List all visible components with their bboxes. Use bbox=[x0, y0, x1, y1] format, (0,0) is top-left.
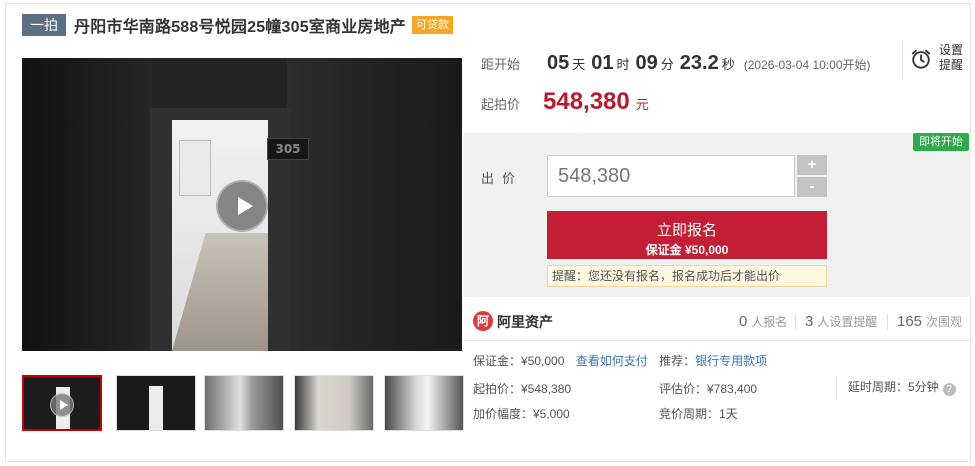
reminder-count: 3 bbox=[805, 313, 814, 330]
video-wall-left bbox=[22, 58, 152, 351]
delay-period-label: 延时周期：5分钟 bbox=[848, 380, 939, 394]
registration-tip: 提醒：您还没有报名，报名成功后才能出价 bbox=[547, 265, 827, 287]
registered-label: 人报名 bbox=[751, 315, 788, 329]
views-label: 次围观 bbox=[926, 315, 963, 329]
how-to-pay-link[interactable]: 查看如何支付 bbox=[576, 354, 648, 368]
bank-special-funds-link[interactable]: 银行专用款项 bbox=[695, 354, 767, 368]
starting-price-value: 548,380 bbox=[543, 88, 630, 115]
countdown-minutes-unit: 分 bbox=[660, 57, 674, 72]
countdown-days-unit: 天 bbox=[572, 57, 586, 72]
countdown-hours: 01 bbox=[591, 52, 614, 74]
stats-row: 阿 阿里资产 0 人报名 3 人设置提醒 165 次围观 bbox=[463, 306, 971, 336]
registered-stat: 0 人报名 bbox=[739, 313, 787, 330]
deposit-info: 保证金：¥50,000 查看如何支付 推荐：银行专用款项 bbox=[473, 352, 767, 369]
delay-period: 延时周期：5分钟? bbox=[848, 378, 956, 396]
lot-tag: 一拍 bbox=[22, 14, 66, 36]
play-icon bbox=[50, 393, 74, 417]
set-reminder-label: 设置 提醒 bbox=[939, 43, 969, 73]
countdown-hours-unit: 时 bbox=[616, 57, 630, 72]
countdown-label: 距开始 bbox=[481, 57, 521, 72]
recommend-label: 推荐： bbox=[659, 354, 696, 368]
detail-start-price: 起拍价：¥548,380 bbox=[473, 382, 572, 396]
bid-label: 出价 bbox=[481, 171, 524, 186]
help-icon[interactable]: ? bbox=[942, 383, 956, 396]
starting-price-unit: 元 bbox=[635, 97, 649, 112]
stat-divider bbox=[795, 314, 796, 330]
starting-price: 起拍价 548,380 元 bbox=[481, 88, 649, 118]
info-divider bbox=[836, 376, 837, 400]
countdown-days: 05 bbox=[547, 52, 570, 74]
status-badge: 即将开始 bbox=[913, 133, 969, 151]
reminder-stat: 3 人设置提醒 bbox=[805, 313, 877, 330]
section-divider bbox=[463, 340, 971, 341]
increase-bid-button[interactable]: + bbox=[797, 155, 827, 175]
detail-increment: 加价幅度：¥5,000 bbox=[473, 407, 570, 421]
room-number-plate: 305 bbox=[267, 138, 309, 160]
register-button-label: 立即报名 bbox=[656, 222, 717, 239]
views-count: 165 bbox=[897, 313, 923, 330]
set-reminder-line2: 提醒 bbox=[939, 58, 964, 72]
video-wall-right bbox=[287, 58, 462, 351]
register-deposit-label: 保证金 ¥50,000 bbox=[645, 243, 729, 257]
countdown-seconds: 23.2 bbox=[679, 52, 719, 74]
platform-name: 阿里资产 bbox=[497, 314, 553, 330]
loan-tag: 可贷款 bbox=[412, 16, 453, 34]
stat-divider bbox=[887, 314, 888, 330]
thumbnail-image[interactable] bbox=[384, 375, 464, 431]
set-reminder-line1: 设置 bbox=[939, 43, 964, 57]
thumbnail-strip bbox=[22, 375, 464, 431]
main-video[interactable]: 305 bbox=[22, 58, 462, 351]
bid-area: 即将开始 出价 + - 立即报名 保证金 ¥50,000 提醒：您还没有报名，报… bbox=[463, 133, 971, 297]
ali-assets-logo-icon: 阿 bbox=[473, 311, 493, 331]
thumbnail-image[interactable] bbox=[204, 375, 284, 431]
set-reminder-button[interactable]: 设置 提醒 bbox=[902, 40, 970, 80]
countdown-seconds-unit: 秒 bbox=[721, 57, 735, 72]
countdown-minutes: 09 bbox=[635, 52, 658, 74]
play-icon[interactable] bbox=[216, 180, 268, 232]
register-button[interactable]: 立即报名 保证金 ¥50,000 bbox=[547, 211, 827, 259]
decrease-bid-button[interactable]: - bbox=[797, 177, 827, 197]
reminder-label: 人设置提醒 bbox=[817, 315, 878, 329]
alarm-clock-icon bbox=[911, 49, 931, 69]
thumbnail-image[interactable] bbox=[116, 375, 196, 431]
bid-input[interactable] bbox=[547, 155, 795, 197]
detail-appraisal: 评估价：¥783,400 bbox=[659, 382, 758, 396]
deposit-label: 保证金：¥50,000 bbox=[473, 354, 565, 368]
video-electric-panel bbox=[179, 140, 211, 196]
starting-price-label: 起拍价 bbox=[481, 97, 521, 112]
title-row: 一拍 丹阳市华南路588号悦园25幢305室商业房地产 可贷款 bbox=[22, 14, 453, 36]
page-title: 丹阳市华南路588号悦园25幢305室商业房地产 bbox=[74, 19, 406, 36]
thumbnail-image[interactable] bbox=[294, 375, 374, 431]
thumbnail-door bbox=[149, 386, 163, 430]
registered-count: 0 bbox=[739, 313, 748, 330]
thumbnail-video[interactable] bbox=[22, 375, 102, 431]
start-time: (2026-03-04 10:00开始) bbox=[743, 58, 871, 72]
countdown: 距开始 05 天 01 时 09 分 23.2 秒 (2026-03-04 10… bbox=[481, 52, 871, 80]
views-stat: 165 次围观 bbox=[897, 313, 962, 330]
detail-bid-period: 竞价周期：1天 bbox=[659, 407, 738, 421]
